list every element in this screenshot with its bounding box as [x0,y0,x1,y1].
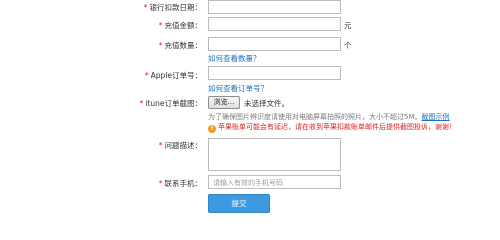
itunes-screenshot-label: * itune订单截图： [139,99,202,108]
quantity-input[interactable] [208,37,341,51]
problem-textarea[interactable] [208,138,341,171]
bank-date-input[interactable] [208,0,341,14]
bank-date-label: * 银行扣款日期： [143,3,202,12]
problem-label: * 问题描述： [158,141,202,150]
file-status: 未选择文件。 [244,99,289,108]
how-to-view-quantity-link[interactable]: 如何查看数量？ [208,53,261,64]
sample-screenshot-link[interactable]: 截图示例 [422,113,450,121]
submit-button[interactable]: 提交 [208,194,270,213]
upload-note: 为了确保图片辨识度请使用对电脑屏幕拍照的照片，大小不超过5M。截图示例 [208,113,450,121]
warning-icon: ! [208,125,216,133]
quantity-unit: 个 [344,41,352,50]
delay-warning: ! 苹果账单可能会有延迟，请在收到苹果扣款账单邮件后提供截图投诉，谢谢！ [208,122,456,133]
quantity-label: * 充值数量： [158,41,202,50]
apple-order-input[interactable] [208,66,341,80]
phone-input[interactable]: 请输入有效的手机号码 [208,175,341,189]
amount-unit: 元 [344,21,352,30]
browse-button[interactable]: 浏览... [208,96,240,109]
phone-label: * 联系手机： [158,179,202,188]
apple-order-label: * Apple订单号： [144,71,202,80]
how-to-view-order-link[interactable]: 如何查看订单号？ [208,83,268,94]
amount-input[interactable] [208,17,341,31]
amount-label: * 充值金额： [158,21,202,30]
phone-placeholder: 请输入有效的手机号码 [213,179,283,187]
